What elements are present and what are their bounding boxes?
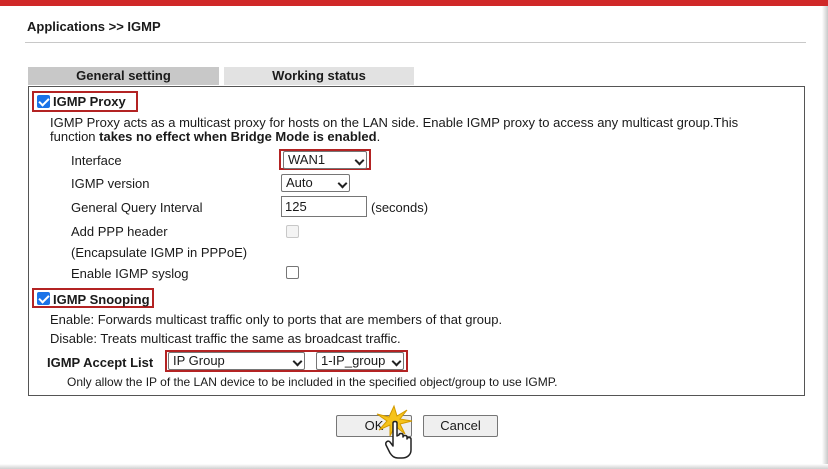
syslog-checkbox[interactable]	[286, 266, 299, 279]
right-edge-shadow	[822, 6, 828, 469]
proxy-description-line1: IGMP Proxy acts as a multicast proxy for…	[50, 115, 739, 130]
title-divider	[25, 42, 806, 43]
accept-list-type-value: IP Group	[173, 353, 225, 368]
page-title: Applications >> IGMP	[27, 19, 161, 34]
chevron-down-icon	[337, 178, 348, 189]
cancel-button[interactable]: Cancel	[423, 415, 498, 437]
query-interval-input[interactable]: 125	[281, 196, 367, 217]
syslog-label: Enable IGMP syslog	[71, 266, 189, 281]
accept-list-note: Only allow the IP of the LAN device to b…	[67, 375, 558, 389]
top-accent-bar	[0, 0, 828, 6]
hand-cursor-icon	[385, 420, 412, 459]
interface-value: WAN1	[288, 152, 326, 167]
accept-list-type-select[interactable]: IP Group	[168, 352, 305, 370]
desc-suffix: .	[376, 129, 381, 144]
tab-working-status[interactable]: Working status	[224, 67, 414, 85]
accept-list-group-value: 1-IP_group	[321, 353, 386, 368]
igmp-proxy-label: IGMP Proxy	[53, 94, 126, 109]
snooping-disable-text: Disable: Treats multicast traffic the sa…	[50, 331, 401, 346]
igmp-snooping-checkbox[interactable]	[37, 292, 50, 305]
tab-general-setting[interactable]: General setting	[28, 67, 219, 85]
igmp-version-value: Auto	[286, 175, 313, 190]
query-interval-unit: (seconds)	[371, 200, 429, 215]
igmp-version-label: IGMP version	[71, 176, 150, 191]
desc-bold-note: takes no effect when Bridge Mode is enab…	[99, 129, 377, 144]
chevron-down-icon	[354, 155, 365, 166]
accept-list-label: IGMP Accept List	[47, 355, 154, 370]
snooping-enable-text: Enable: Forwards multicast traffic only …	[50, 312, 503, 327]
accept-list-group-select[interactable]: 1-IP_group	[316, 352, 404, 370]
igmp-snooping-label: IGMP Snooping	[53, 292, 150, 307]
igmp-version-select[interactable]: Auto	[281, 174, 350, 192]
chevron-down-icon	[391, 356, 402, 367]
desc-prefix: function	[50, 129, 100, 144]
bottom-edge-shadow	[0, 464, 828, 469]
igmp-proxy-checkbox[interactable]	[37, 95, 50, 108]
interface-label: Interface	[71, 153, 122, 168]
chevron-down-icon	[292, 356, 303, 367]
proxy-description-line2: function takes no effect when Bridge Mod…	[50, 129, 380, 144]
interface-select[interactable]: WAN1	[283, 151, 367, 169]
ppp-header-label: Add PPP header	[71, 224, 168, 239]
ppp-header-checkbox[interactable]	[286, 225, 299, 238]
query-interval-label: General Query Interval	[71, 200, 203, 215]
ppp-header-sublabel: (Encapsulate IGMP in PPPoE)	[71, 245, 248, 260]
